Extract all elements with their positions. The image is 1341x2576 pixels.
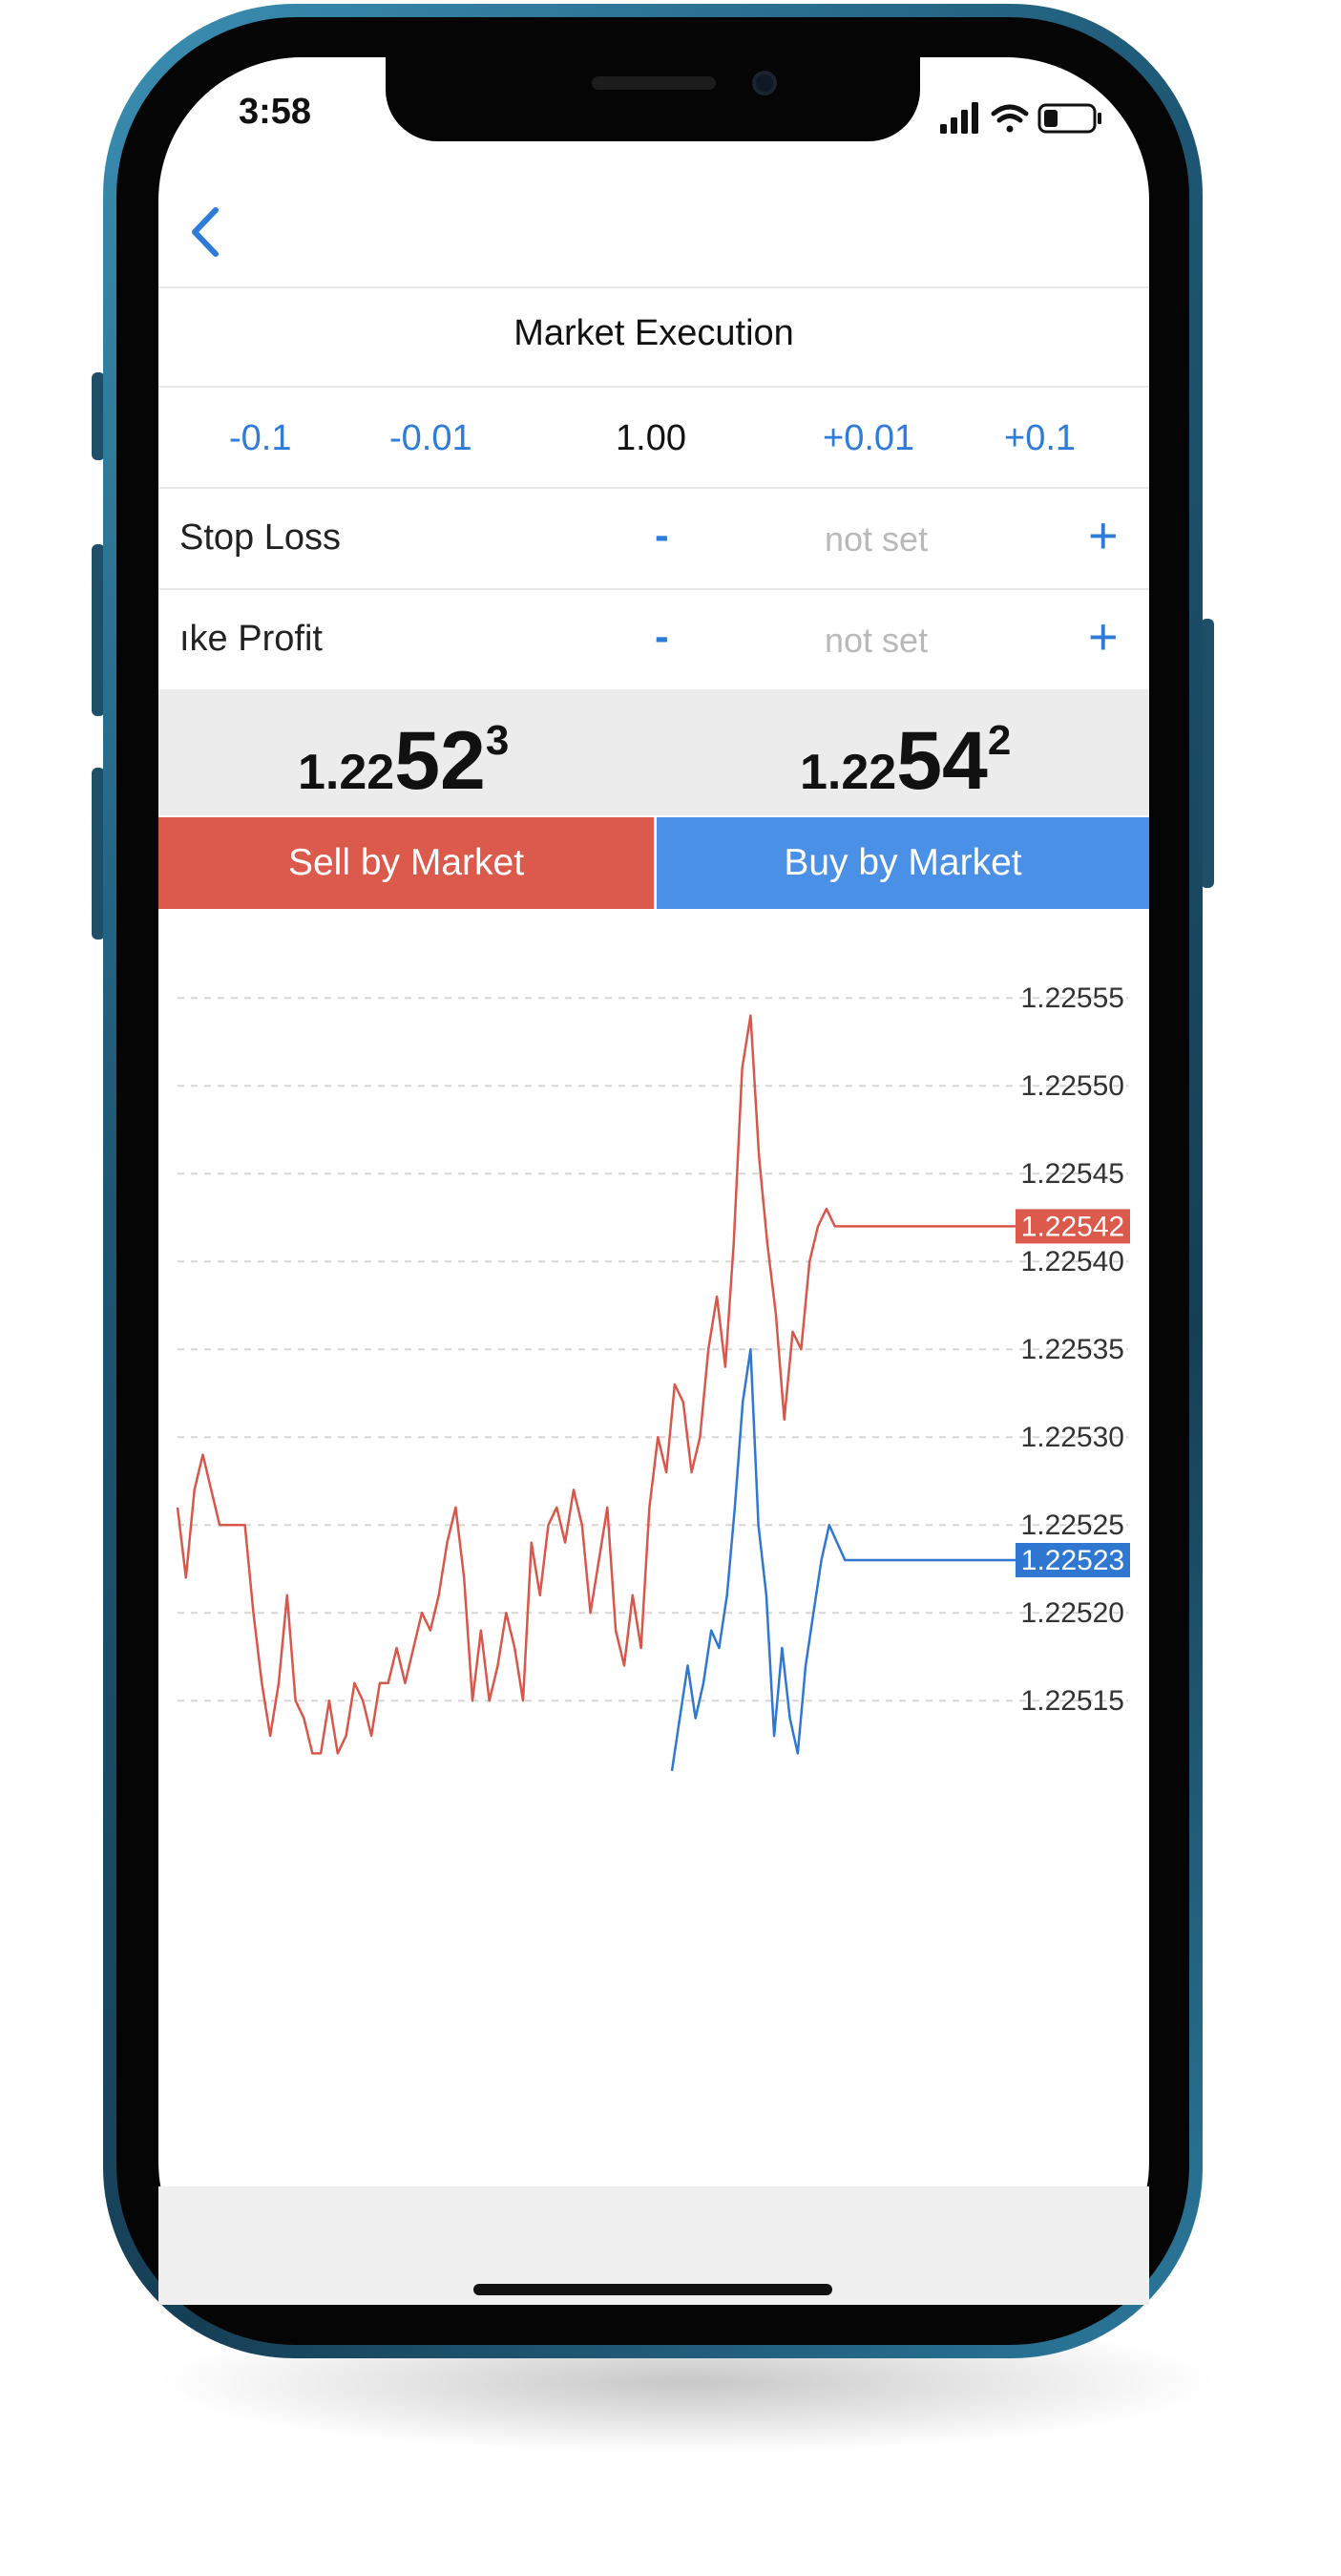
y-tick-label: 1.22555: [1021, 982, 1124, 1014]
bid-price: 1.22523: [298, 714, 509, 809]
volume-decrement-small-button[interactable]: -0.01: [389, 418, 472, 459]
stop-loss-minus-button[interactable]: -: [655, 512, 669, 560]
battery-icon: [1037, 103, 1101, 134]
execution-type[interactable]: Market Execution: [158, 313, 1149, 354]
row-divider: [158, 487, 1149, 489]
volume-value[interactable]: 1.00: [616, 418, 686, 459]
current-price-label: 1.22542: [1021, 1211, 1124, 1242]
y-tick-label: 1.22520: [1021, 1597, 1124, 1629]
row-divider: [158, 386, 1149, 388]
take-profit-label: ıke Profit: [179, 619, 323, 659]
chevron-left-icon[interactable]: [183, 201, 231, 264]
bid-price-pips: 52: [394, 715, 486, 807]
y-tick-label: 1.22530: [1021, 1422, 1124, 1453]
price-line-upper: [176, 1014, 1017, 1755]
stop-loss-label: Stop Loss: [179, 517, 341, 558]
take-profit-value[interactable]: not set: [825, 621, 928, 661]
sell-by-market-button[interactable]: Sell by Market: [158, 817, 654, 909]
y-tick-label: 1.22525: [1021, 1510, 1124, 1541]
stop-loss-plus-button[interactable]: +: [1088, 510, 1119, 561]
stop-loss-value[interactable]: not set: [825, 519, 928, 560]
price-line-lower: [670, 1347, 1017, 1771]
y-tick-label: 1.22550: [1021, 1070, 1124, 1102]
earpiece: [592, 76, 716, 90]
row-divider: [158, 588, 1149, 590]
take-profit-plus-button[interactable]: +: [1088, 611, 1119, 663]
price-chart: 1.22555 1.22550 1.22545 1.22540 1.22535 1.225…: [176, 982, 1130, 1771]
front-camera: [752, 71, 777, 95]
buy-by-market-button[interactable]: Buy by Market: [657, 817, 1149, 909]
bid-price-prefix: 1.22: [298, 745, 395, 800]
y-tick-label: 1.22515: [1021, 1685, 1124, 1717]
signal-icon: [940, 102, 978, 134]
y-tick-label: 1.22540: [1021, 1246, 1124, 1277]
power-button: [1201, 619, 1214, 888]
status-icons: [940, 102, 1101, 134]
status-time: 3:58: [239, 92, 312, 132]
notch: [386, 55, 920, 141]
ask-price: 1.22542: [800, 714, 1011, 809]
volume-decrement-large-button[interactable]: -0.1: [229, 418, 291, 459]
volume-increment-large-button[interactable]: +0.1: [1004, 418, 1076, 459]
wifi-icon: [991, 104, 1029, 133]
ask-price-fraction: 2: [987, 717, 1012, 764]
y-tick-label: 1.22535: [1021, 1334, 1124, 1365]
bid-price-fraction: 3: [485, 717, 510, 764]
current-price-label: 1.22523: [1021, 1545, 1124, 1576]
take-profit-minus-button[interactable]: -: [655, 613, 669, 661]
y-tick-label: 1.22545: [1021, 1158, 1124, 1190]
volume-increment-small-button[interactable]: +0.01: [823, 418, 914, 459]
home-indicator[interactable]: [473, 2284, 832, 2295]
ask-price-prefix: 1.22: [800, 745, 897, 800]
ask-price-pips: 54: [896, 715, 988, 807]
nav-divider: [158, 286, 1149, 288]
